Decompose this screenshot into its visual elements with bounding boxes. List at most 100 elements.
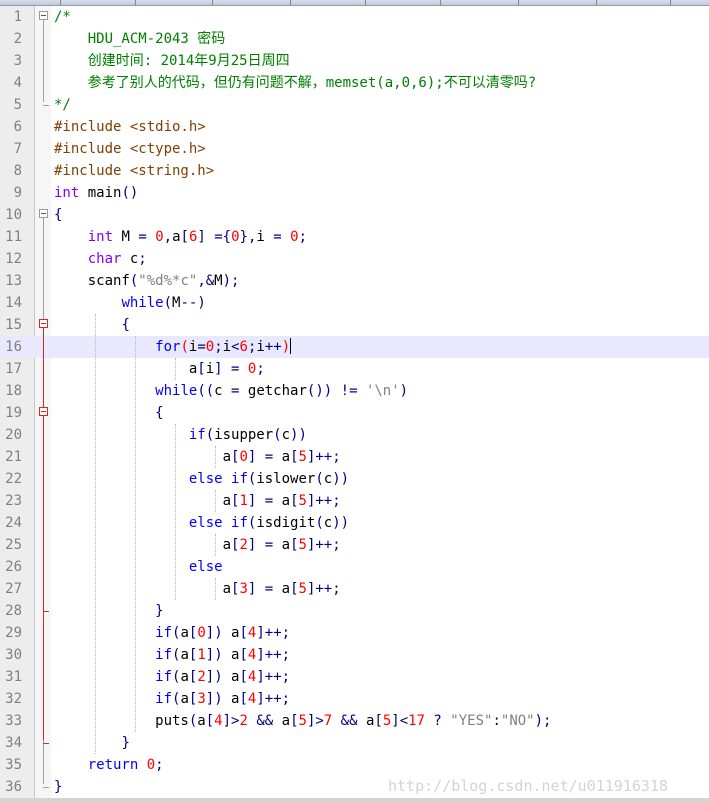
code-text[interactable]: if(isupper(c)) [54,424,307,446]
code-line[interactable]: 15 { [0,314,709,336]
code-line[interactable]: 9 int main() [0,182,709,204]
code-token: [ [374,713,383,729]
code-text[interactable]: scanf("%d%*c",&M); [54,270,240,292]
code-text[interactable]: char c; [54,248,147,270]
code-token: if [231,515,248,531]
code-token: { [54,207,63,223]
code-line[interactable]: 24 else if(isdigit(c)) [0,512,709,534]
code-text[interactable]: if(a[2]) a[4]++; [54,666,290,688]
code-text[interactable]: a[2] = a[5]++; [54,534,341,556]
code-line[interactable]: 35 return 0; [0,754,709,776]
code-text[interactable]: else if(isdigit(c)) [54,512,349,534]
code-line[interactable]: 27 a[3] = a[5]++; [0,578,709,600]
code-line[interactable]: 28 } [0,600,709,622]
code-line[interactable]: 33 puts(a[4]>2 && a[5]>7 && a[5]<17 ? "Y… [0,710,709,732]
code-line[interactable]: 12 char c; [0,248,709,270]
code-text[interactable]: #include <stdio.h> [54,116,206,138]
code-text[interactable]: HDU_ACM-2043 密码 [54,28,226,50]
code-line[interactable]: 17 a[i] = 0; [0,358,709,380]
code-token: isupper [214,427,274,443]
code-line[interactable]: 23 a[1] = a[5]++; [0,490,709,512]
code-text[interactable]: #include <ctype.h> [54,138,206,160]
code-text[interactable]: if(a[0]) a[4]++; [54,622,290,644]
code-text[interactable]: while(M--) [54,292,205,314]
code-line[interactable]: 10 { [0,204,709,226]
fold-toggle-icon[interactable] [39,209,48,218]
code-text[interactable]: { [54,314,129,336]
code-line[interactable]: 25 a[2] = a[5]++; [0,534,709,556]
code-token: ={ [214,229,232,245]
code-line[interactable]: 26 else [0,556,709,578]
code-text[interactable]: */ [54,94,71,116]
code-text[interactable]: { [54,402,163,424]
code-line[interactable]: 7 #include <ctype.h> [0,138,709,160]
code-editor[interactable]: 1/* 2 HDU_ACM-2043 密码 3 创建时间: 2014年9月25日周四… [0,6,709,798]
code-line[interactable]: 3 创建时间: 2014年9月25日周四 [0,50,709,72]
code-token: 0 [146,757,156,773]
code-text[interactable]: { [54,204,62,226]
fold-toggle-icon[interactable] [39,319,48,328]
code-line[interactable]: 1 /* [0,6,709,28]
code-line[interactable]: 29 if(a[0]) a[4]++; [0,622,709,644]
code-text[interactable]: } [54,776,62,798]
code-text[interactable]: if(a[1]) a[4]++; [54,644,290,666]
code-text[interactable]: puts(a[4]>2 && a[5]>7 && a[5]<17 ? "YES"… [54,710,551,732]
code-line[interactable]: 34 } [0,732,709,754]
code-token: 3 [239,581,248,597]
code-line[interactable]: 2 HDU_ACM-2043 密码 [0,28,709,50]
code-text[interactable]: else [54,556,223,578]
code-token: ( [315,471,324,487]
code-text[interactable]: int M = 0,a[6] ={0},i = 0; [54,226,307,248]
code-line[interactable]: 22 else if(islower(c)) [0,468,709,490]
line-number: 36 [5,779,22,795]
indent-guide [215,534,216,556]
code-line[interactable]: 21 a[0] = a[5]++; [0,446,709,468]
code-line[interactable]: 13 scanf("%d%*c",&M); [0,270,709,292]
code-line[interactable]: 6 #include <stdio.h> [0,116,709,138]
code-token: ]) [205,691,223,707]
code-token: int [54,185,80,201]
code-text[interactable]: } [54,732,129,754]
code-line[interactable]: 14 while(M--) [0,292,709,314]
code-token: [ [290,713,299,729]
fold-toggle-icon[interactable] [39,11,48,20]
line-number: 15 [5,317,22,333]
horizontal-scrollbar[interactable] [0,798,709,802]
code-line[interactable]: 11 int M = 0,a[6] ={0},i = 0; [0,226,709,248]
code-text[interactable]: /* [54,6,71,28]
code-line[interactable]: 4 参考了别人的代码，但仍有问题不解，memset(a,0,6);不可以清零吗? [0,72,709,94]
code-line[interactable]: 8 #include <string.h> [0,160,709,182]
code-text[interactable]: for(i=0;i<6;i++) [54,336,292,358]
tab-separator [596,0,597,5]
code-line[interactable]: 18 while((c = getchar()) != '\n') [0,380,709,402]
code-text[interactable]: #include <string.h> [54,160,214,182]
code-text[interactable]: else if(islower(c)) [54,468,349,490]
code-text[interactable]: a[i] = 0; [54,358,265,380]
code-line[interactable]: 30 if(a[1]) a[4]++; [0,644,709,666]
code-line[interactable]: 20 if(isupper(c)) [0,424,709,446]
code-token: [ [239,691,248,707]
code-line[interactable]: 32 if(a[3]) a[4]++; [0,688,709,710]
tab-separator [135,0,136,5]
code-token: ]++; [306,581,341,597]
code-token: 6 [239,339,248,355]
code-text[interactable]: return 0; [54,754,164,776]
code-line[interactable]: 5 */ [0,94,709,116]
code-text[interactable]: } [54,600,163,622]
code-text[interactable]: 参考了别人的代码，但仍有问题不解，memset(a,0,6);不可以清零吗? [54,72,536,94]
code-line[interactable]: 19 { [0,402,709,424]
code-line[interactable]: 16 for(i=0;i<6;i++) [0,336,709,358]
code-line[interactable]: 31 if(a[2]) a[4]++; [0,666,709,688]
code-text[interactable]: 创建时间: 2014年9月25日周四 [54,50,290,72]
code-text[interactable]: a[3] = a[5]++; [54,578,341,600]
line-number: 26 [5,559,22,575]
code-text[interactable]: if(a[3]) a[4]++; [54,688,290,710]
fold-toggle-icon[interactable] [39,407,48,416]
code-text[interactable]: a[0] = a[5]++; [54,446,341,468]
code-text[interactable]: int main() [54,182,138,204]
code-text[interactable]: a[1] = a[5]++; [54,490,341,512]
code-text[interactable]: while((c = getchar()) != '\n') [54,380,408,402]
